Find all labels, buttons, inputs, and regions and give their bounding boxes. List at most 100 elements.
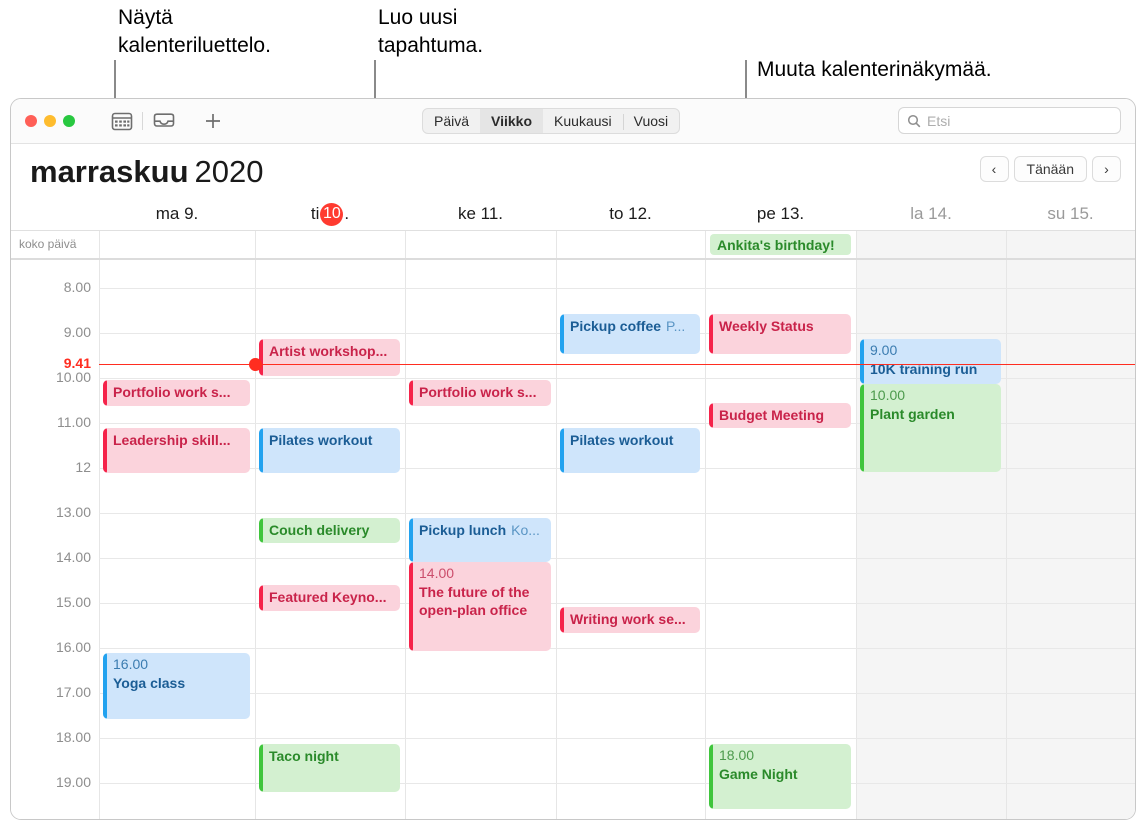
calendar-event[interactable]: Featured Keyno... (259, 585, 400, 611)
day-header-1[interactable]: ti 10. (255, 198, 405, 230)
event-color-bar (409, 562, 413, 651)
calendar-event[interactable]: Artist workshop... (259, 339, 400, 376)
event-title: Yoga class (113, 675, 186, 692)
event-title: Featured Keyno... (269, 589, 387, 605)
all-day-cell-1[interactable] (255, 231, 405, 258)
date-navigation: ‹ Tänään › (979, 156, 1121, 182)
calendar-event[interactable]: Pilates workout (259, 428, 400, 473)
hour-label: 9.00 (63, 324, 91, 340)
next-week-button[interactable]: › (1092, 156, 1121, 182)
calendar-event[interactable]: Portfolio work s... (103, 380, 250, 406)
callout-show-calendar-list: Näytä kalenteriluettelo. (118, 6, 271, 57)
calendar-event[interactable]: Leadership skill... (103, 428, 250, 473)
calendar-event[interactable]: Portfolio work s... (409, 380, 551, 406)
event-title: Pickup lunch Ko... (419, 522, 540, 538)
calendar-event[interactable]: 18.00 Game Night (709, 744, 851, 809)
week-grid[interactable]: 8.00 9.00 10.00 11.00 12 13.00 14.00 15.00 16.00… (11, 260, 1135, 819)
hour-label: 8.00 (63, 279, 91, 295)
event-title: Budget Meeting (719, 407, 824, 423)
day-header-3[interactable]: to 12. (556, 198, 705, 230)
event-location: Ko... (511, 522, 540, 538)
calendar-event[interactable]: Taco night (259, 744, 400, 792)
day-header-5[interactable]: la 14. (856, 198, 1006, 230)
hour-label: 13.00 (55, 504, 91, 520)
calendar-event[interactable]: Weekly Status (709, 314, 851, 354)
event-title: Weekly Status (719, 318, 814, 334)
callout-change-view: Muuta kalenterinäkymää. (757, 58, 992, 81)
hour-label: 15.00 (55, 594, 91, 610)
calendar-event[interactable]: Writing work se... (560, 607, 700, 633)
all-day-cell-5[interactable] (856, 231, 1006, 258)
day-header-label: su 15. (1047, 204, 1094, 223)
current-time-dot (249, 357, 262, 371)
day-header-label: to 12. (609, 204, 652, 223)
hour-label: 16.00 (55, 639, 91, 655)
event-color-bar (860, 384, 864, 472)
event-title: Portfolio work s... (419, 384, 537, 400)
day-column-0[interactable] (99, 260, 255, 819)
day-header-6[interactable]: su 15. (1006, 198, 1135, 230)
view-segment-viikko[interactable]: Viikko (480, 109, 544, 133)
hour-label: 19.00 (55, 774, 91, 790)
calendar-event[interactable]: 10.00 Plant garden (860, 384, 1001, 472)
calendar-event[interactable]: 16.00 Yoga class (103, 653, 250, 719)
calendar-event[interactable]: 14.00 The future of the open-plan office (409, 562, 551, 651)
calendar-icon[interactable] (111, 111, 133, 131)
day-header-2[interactable]: ke 11. (405, 198, 556, 230)
hour-gridline (99, 693, 1135, 694)
view-segment-vuosi[interactable]: Vuosi (622, 109, 680, 133)
calendar-event[interactable]: Pilates workout (560, 428, 700, 473)
hour-gridline (99, 513, 1135, 514)
event-title: Pilates workout (269, 432, 373, 448)
event-time: 10.00 (870, 387, 906, 403)
event-time: 9.00 (870, 342, 898, 358)
minimize-button[interactable] (44, 115, 56, 127)
event-color-bar (709, 744, 713, 809)
all-day-row: koko päivä Ankita's birthday! (11, 231, 1135, 260)
event-color-bar (259, 339, 263, 376)
all-day-cell-3[interactable] (556, 231, 705, 258)
day-header-label: ma 9. (155, 204, 199, 223)
calendar-event[interactable]: Budget Meeting (709, 403, 851, 428)
event-color-bar (103, 428, 107, 473)
hour-label: 14.00 (55, 549, 91, 565)
event-color-bar (560, 428, 564, 473)
maximize-button[interactable] (63, 115, 75, 127)
all-day-cell-0[interactable] (99, 231, 255, 258)
today-button[interactable]: Tänään (1013, 156, 1087, 182)
calendar-window: Päivä Viikko Kuukausi Vuosi Etsi marraskuu 2… (10, 98, 1136, 820)
search-placeholder: Etsi (927, 112, 951, 129)
event-color-bar (560, 314, 564, 354)
page-title: marraskuu 2020 (30, 154, 264, 190)
day-header-0[interactable]: ma 9. (99, 198, 255, 230)
close-button[interactable] (25, 115, 37, 127)
calendar-event[interactable]: Couch delivery (259, 518, 400, 543)
inbox-icon[interactable] (152, 111, 175, 131)
calendar-event[interactable]: 9.00 10K training run (860, 339, 1001, 384)
all-day-event[interactable]: Ankita's birthday! (710, 234, 851, 255)
event-color-bar (259, 428, 263, 473)
event-color-bar (259, 585, 263, 611)
hour-gridline (99, 603, 1135, 604)
hour-label: 17.00 (55, 684, 91, 700)
search-field[interactable]: Etsi (898, 107, 1121, 134)
event-color-bar (103, 653, 107, 719)
day-header-label: la 14. (910, 204, 952, 223)
all-day-cell-6[interactable] (1006, 231, 1135, 258)
day-column-6[interactable] (1006, 260, 1135, 819)
view-segmented-control[interactable]: Päivä Viikko Kuukausi Vuosi (422, 108, 681, 134)
title-year: 2020 (194, 154, 264, 189)
previous-week-button[interactable]: ‹ (979, 156, 1009, 182)
day-header-row: ma 9. ti 10. ke 11. to 12. pe 13. la 14. su 15… (11, 198, 1135, 231)
view-segment-päivä[interactable]: Päivä (423, 109, 480, 133)
calendar-event[interactable]: Pickup coffee P... (560, 314, 700, 354)
day-header-suffix: . (344, 204, 350, 223)
event-color-bar (103, 380, 107, 406)
calendar-event[interactable]: Pickup lunch Ko... (409, 518, 551, 562)
hour-gridline (99, 558, 1135, 559)
view-segment-kuukausi[interactable]: Kuukausi (543, 109, 623, 133)
callout-create-new-event: Luo uusi tapahtuma. (378, 6, 484, 57)
plus-icon[interactable] (203, 111, 225, 131)
all-day-cell-2[interactable] (405, 231, 556, 258)
day-header-4[interactable]: pe 13. (705, 198, 856, 230)
